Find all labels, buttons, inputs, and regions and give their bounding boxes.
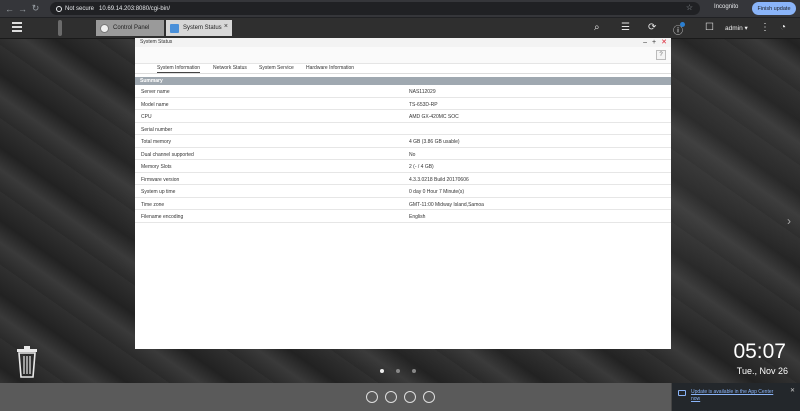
row-value: English xyxy=(409,214,426,220)
table-row: CPU AMD GX-420MC SOC xyxy=(135,110,671,123)
close-icon[interactable]: ✕ xyxy=(790,387,795,394)
row-value: AMD GX-420MC SOC xyxy=(409,114,459,120)
row-value: 4.3.3.0218 Build 20170606 xyxy=(409,176,469,183)
row-label: Server name xyxy=(141,89,170,95)
app-icon-3[interactable] xyxy=(404,391,416,403)
row-label: Memory Slots xyxy=(141,164,172,170)
table-row: Time zone GMT-11:00 Midway Island,Samoa xyxy=(135,198,671,210)
tab-system-status[interactable]: System Status × xyxy=(166,20,232,36)
row-value: TS-653D-RP xyxy=(409,101,438,108)
user-icon[interactable]: ☐ xyxy=(705,22,714,33)
row-value: 0 day 0 Hour 7 Minute(s) xyxy=(409,189,465,195)
tab-label: Control Panel xyxy=(113,25,150,31)
page-dot[interactable] xyxy=(412,369,416,373)
message-icon xyxy=(678,390,686,396)
row-label: Model name xyxy=(141,101,169,108)
row-label: CPU xyxy=(141,114,152,120)
address-bar[interactable]: Not secure 10.69.14.203:8080/cgi-bin/ ☆ xyxy=(50,2,700,15)
app-icon-4[interactable] xyxy=(423,391,435,403)
url-text: 10.69.14.203:8080/cgi-bin/ xyxy=(99,5,171,12)
row-label: System up time xyxy=(141,189,176,195)
desktop-clock: 05:07 xyxy=(733,340,786,363)
recycle-bin-icon[interactable] xyxy=(16,346,38,378)
more-options-icon[interactable]: ⋮ xyxy=(760,22,770,33)
window-titlebar[interactable]: System Status – + ✕ xyxy=(135,38,671,47)
table-row: Dual channel supported No xyxy=(135,148,671,160)
main-menu-icon[interactable] xyxy=(12,22,22,32)
maximize-icon[interactable]: + xyxy=(652,38,656,47)
desktop-date: Tue., Nov 26 xyxy=(736,366,788,376)
close-tab-icon[interactable]: × xyxy=(224,23,228,30)
page-dot[interactable] xyxy=(380,369,384,373)
row-value: 4 GB (3.86 GB usable) xyxy=(409,139,460,145)
system-status-window: System Status – + ✕ ? System Information… xyxy=(135,38,671,349)
window-toolbar: ? xyxy=(135,47,671,64)
row-label: Dual channel supported xyxy=(141,151,194,158)
tab-scroll-handle[interactable] xyxy=(58,20,62,36)
minimize-icon[interactable]: – xyxy=(643,38,647,47)
finish-update-button[interactable]: Finish update xyxy=(752,2,796,15)
back-arrow-icon[interactable]: ← xyxy=(3,4,16,14)
control-panel-icon xyxy=(100,23,109,33)
tab-label: System Status xyxy=(183,25,222,31)
window-title: System Status xyxy=(140,39,173,45)
not-secure-indicator[interactable]: Not secure xyxy=(56,5,94,12)
tab-control-panel[interactable]: Control Panel xyxy=(96,20,164,36)
row-value: NAS112029 xyxy=(409,89,436,95)
table-row: Model name TS-653D-RP xyxy=(135,98,671,110)
notification-badge xyxy=(680,22,685,27)
table-row: Serial number xyxy=(135,123,671,135)
info-table: Server name NAS112029 Model name TS-653D-R… xyxy=(135,85,671,223)
table-row: Memory Slots 2 (- / 4 GB) xyxy=(135,160,671,173)
search-icon[interactable]: ⌕ xyxy=(594,22,600,33)
incognito-indicator[interactable]: Incognito xyxy=(714,4,738,10)
table-row: Filename encoding English xyxy=(135,210,671,223)
reload-icon[interactable]: ↻ xyxy=(29,3,42,14)
tab-hardware-information[interactable]: Hardware Information xyxy=(306,65,354,71)
page-dot[interactable] xyxy=(396,369,400,373)
close-icon[interactable]: ✕ xyxy=(661,38,667,47)
tab-system-service[interactable]: System Service xyxy=(259,65,294,71)
row-label: Firmware version xyxy=(141,176,180,183)
bookmark-star-icon[interactable]: ☆ xyxy=(686,3,693,12)
table-row: System up time 0 day 0 Hour 7 Minute(s) xyxy=(135,185,671,198)
table-row: Server name NAS112029 xyxy=(135,85,671,98)
row-value: 2 (- / 4 GB) xyxy=(409,164,434,170)
row-label: Serial number xyxy=(141,126,173,133)
table-row: Firmware version 4.3.3.0218 Build 2017060… xyxy=(135,173,671,185)
row-label: Total memory xyxy=(141,139,172,145)
update-notification: Update is available in the App Center no… xyxy=(671,383,800,411)
user-menu[interactable]: admin ▾ xyxy=(725,24,748,32)
next-page-arrow-icon[interactable]: › xyxy=(787,214,791,228)
section-header: Summary xyxy=(135,77,671,85)
row-value: GMT-11:00 Midway Island,Samoa xyxy=(409,201,484,208)
app-icon-1[interactable] xyxy=(366,391,378,403)
dashboard-gauge-icon[interactable]: ◔ xyxy=(780,22,786,33)
forward-arrow-icon[interactable]: → xyxy=(16,4,29,14)
app-icon-2[interactable] xyxy=(385,391,397,403)
window-tabs: System Information Network Status System… xyxy=(135,64,671,74)
warning-icon xyxy=(56,5,62,12)
qts-taskbar: Control Panel System Status × ⌕ ☰ ⟳ ⓘ ☐ … xyxy=(0,18,800,39)
table-row: Total memory 4 GB (3.86 GB usable) xyxy=(135,135,671,148)
desktop-page-indicator xyxy=(380,369,416,373)
row-label: Time zone xyxy=(141,201,165,208)
help-icon[interactable]: ? xyxy=(656,50,666,60)
external-device-icon[interactable]: ⟳ xyxy=(648,22,656,33)
background-tasks-icon[interactable]: ☰ xyxy=(621,22,630,33)
update-link[interactable]: Update is available in the App Center no… xyxy=(691,389,779,403)
browser-toolbar: ← → ↻ Not secure 10.69.14.203:8080/cgi-b… xyxy=(0,0,800,17)
system-status-icon xyxy=(170,23,179,33)
tab-network-status[interactable]: Network Status xyxy=(213,65,247,71)
row-value: No xyxy=(409,151,416,158)
row-label: Filename encoding xyxy=(141,214,184,220)
tab-system-information[interactable]: System Information xyxy=(157,65,201,73)
